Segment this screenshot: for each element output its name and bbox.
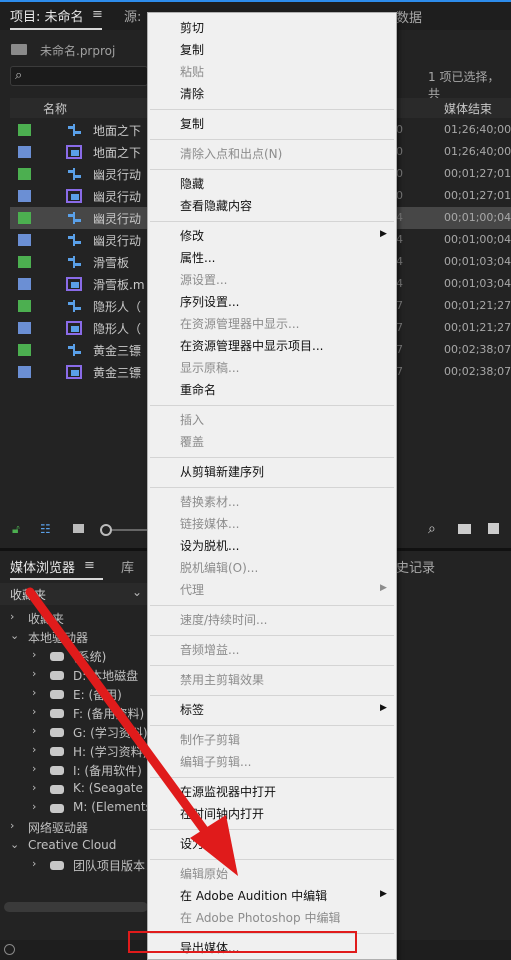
annotation-arrow [25,587,238,876]
annotation-arrow-shaft [25,587,218,847]
annotation-highlight-box [128,931,357,953]
